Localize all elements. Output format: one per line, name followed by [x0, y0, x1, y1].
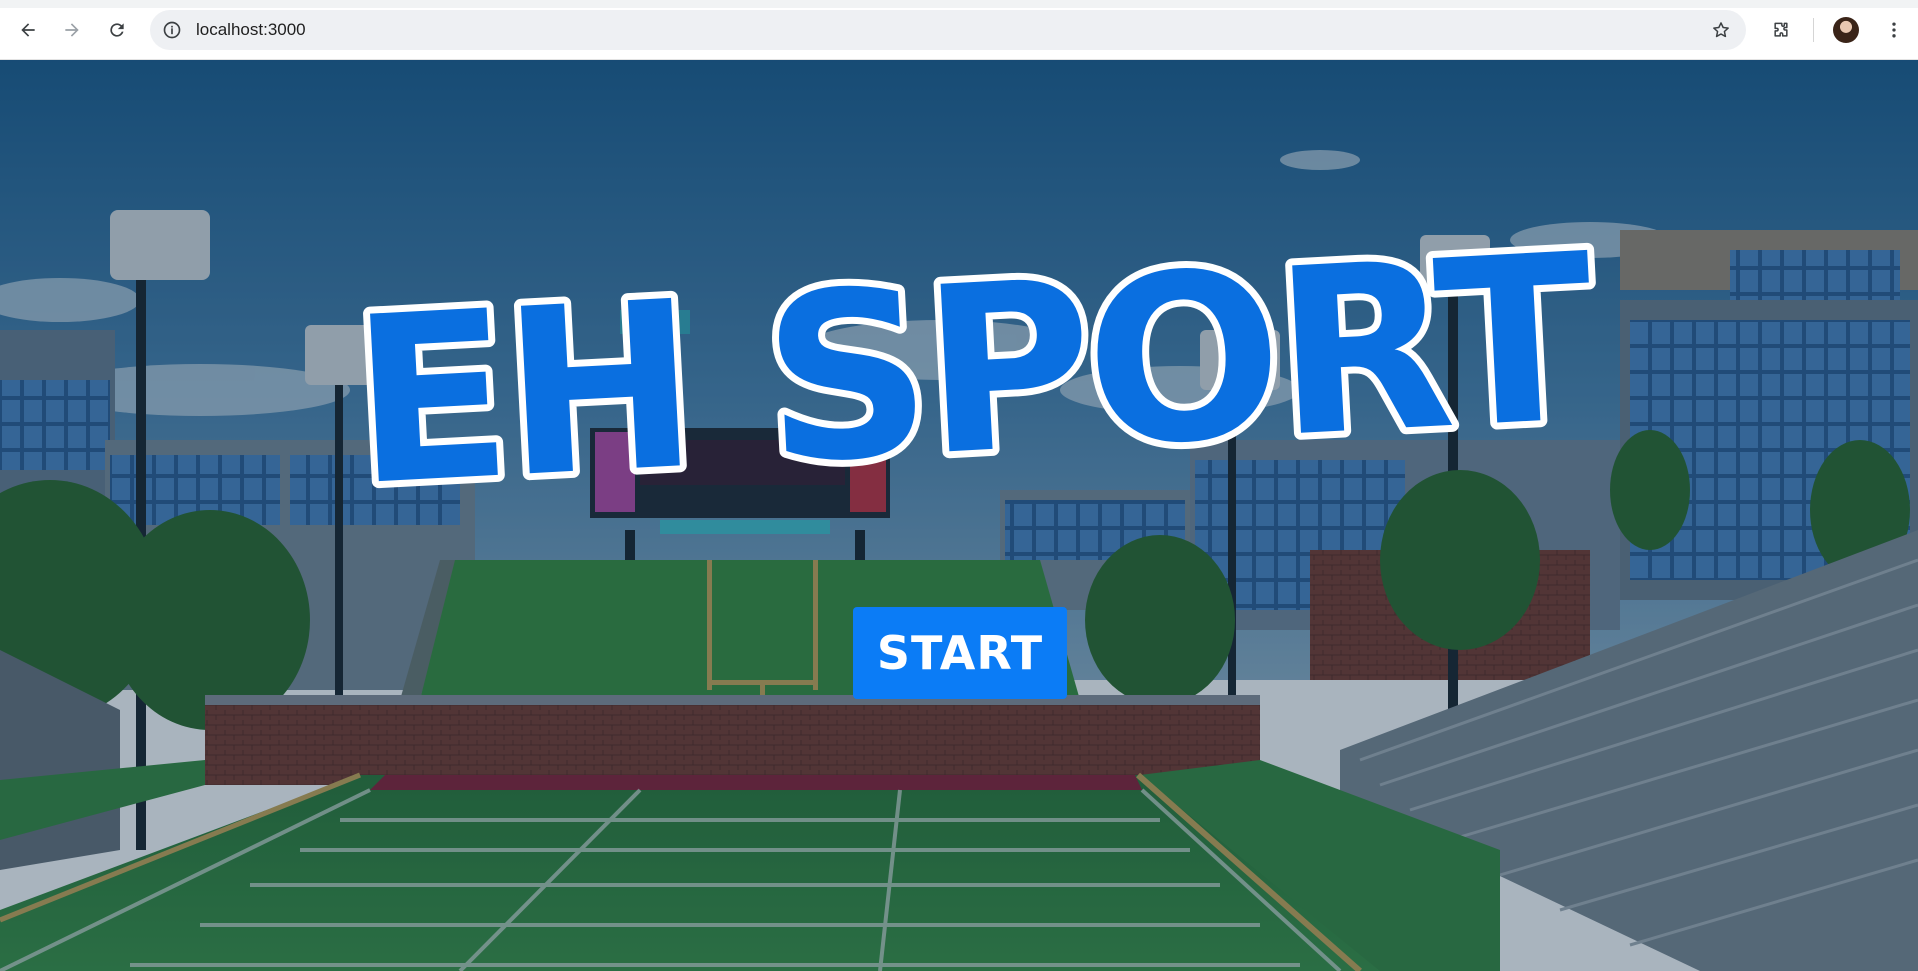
toolbar-divider [1813, 18, 1814, 42]
arrow-left-icon [21, 23, 35, 37]
game-title: EH SPORT EH SPORT [340, 199, 1606, 545]
avatar[interactable] [1833, 17, 1859, 43]
reload-icon [110, 23, 124, 37]
info-icon[interactable] [160, 18, 184, 42]
menu-button[interactable] [1880, 16, 1908, 44]
star-icon[interactable] [1710, 19, 1732, 41]
kebab-menu-icon [1892, 22, 1896, 38]
extensions-button[interactable] [1767, 16, 1795, 44]
puzzle-icon [1774, 22, 1788, 37]
forward-button[interactable] [58, 16, 86, 44]
arrow-right-icon [65, 23, 79, 37]
reload-button[interactable] [103, 16, 131, 44]
stadium-background [0, 60, 1918, 971]
game-title-text: EH SPORT [347, 206, 1599, 538]
url-text[interactable]: localhost:3000 [196, 20, 306, 40]
address-bar[interactable]: localhost:3000 [150, 10, 1746, 50]
start-button[interactable]: START [853, 607, 1067, 699]
browser-toolbar: localhost:3000 [0, 0, 1918, 60]
back-button[interactable] [14, 16, 42, 44]
tab-strip [0, 0, 1918, 8]
game-title-art: EH SPORT EH SPORT [340, 199, 1606, 545]
game-stage: EH SPORT EH SPORT START [0, 60, 1918, 971]
